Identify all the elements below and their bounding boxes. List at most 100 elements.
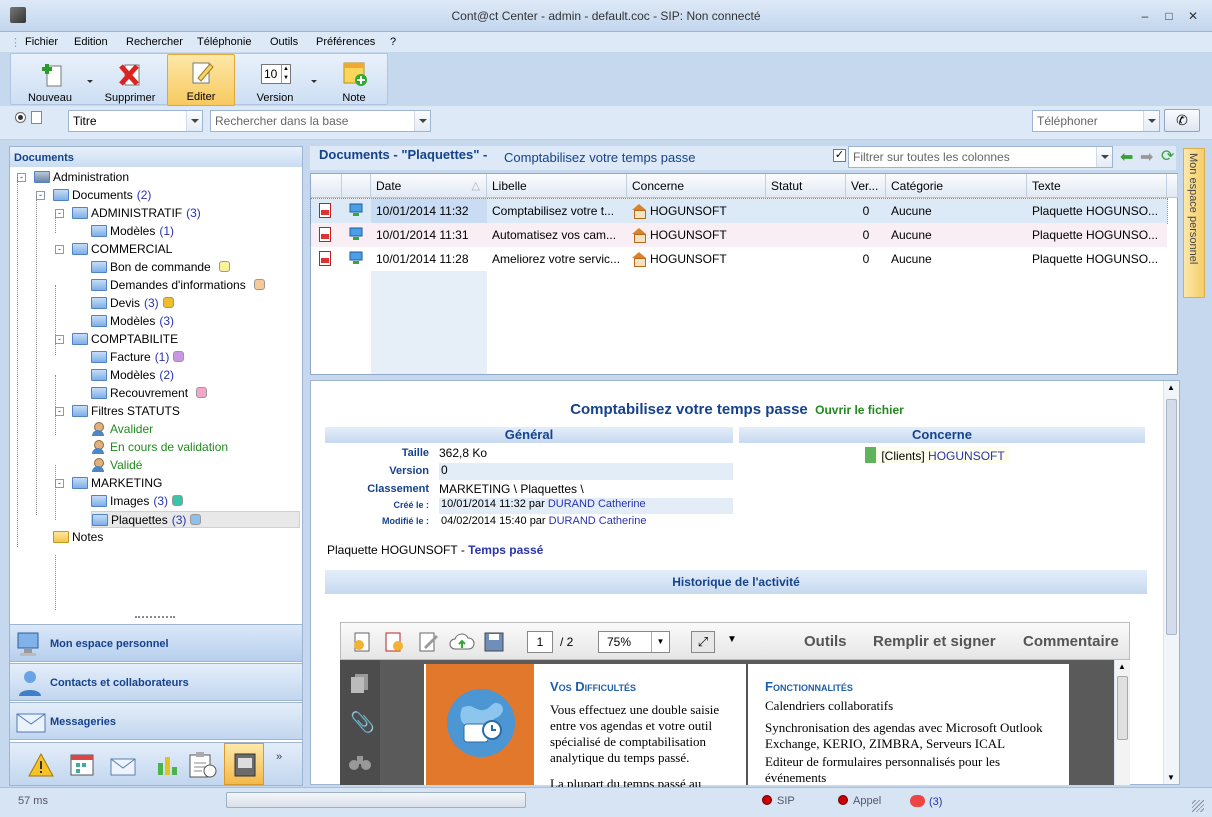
detail-scrollbar[interactable]: ▲ ▼ bbox=[1163, 381, 1179, 784]
collapse-icon[interactable]: - bbox=[55, 407, 64, 416]
chevron-down-icon[interactable] bbox=[1096, 147, 1112, 167]
scroll-up-icon[interactable]: ▲ bbox=[1167, 383, 1175, 392]
resize-grip-icon[interactable] bbox=[1192, 800, 1204, 812]
table-row[interactable]: 10/01/2014 11:31 Automatisez vos cam... HO… bbox=[311, 223, 1167, 247]
tree-item[interactable]: Facture (1) bbox=[91, 349, 185, 366]
back-arrow-icon[interactable]: ⬅ bbox=[1120, 147, 1133, 167]
column-header-date[interactable]: Date △ bbox=[371, 174, 487, 198]
tree-item[interactable]: Notes bbox=[53, 529, 107, 546]
phone-input[interactable]: Téléphoner bbox=[1032, 110, 1160, 132]
column-header-categorie[interactable]: Catégorie bbox=[886, 174, 1027, 198]
tree-item[interactable]: Recouvrement bbox=[91, 385, 208, 402]
collapse-icon[interactable]: - bbox=[36, 191, 45, 200]
tree-item[interactable]: Avalider bbox=[91, 421, 157, 438]
mon-espace-side-tab[interactable]: Mon espace personnel bbox=[1183, 148, 1205, 298]
text-link[interactable]: Temps passé bbox=[468, 543, 543, 557]
radio-icon[interactable] bbox=[15, 112, 26, 123]
binoculars-icon[interactable] bbox=[348, 752, 372, 775]
tree-item[interactable]: COMPTABILITE bbox=[72, 331, 182, 348]
fill-sign-button[interactable]: Remplir et signer bbox=[873, 633, 996, 650]
column-header-icon1[interactable] bbox=[311, 174, 342, 198]
forward-arrow-icon[interactable]: ➡ bbox=[1140, 147, 1153, 167]
comment-button[interactable]: Commentaire bbox=[1023, 633, 1119, 650]
created-by-link[interactable]: DURAND Catherine bbox=[548, 498, 646, 510]
collapse-icon[interactable]: - bbox=[55, 335, 64, 344]
pdf-open-icon[interactable] bbox=[351, 631, 373, 656]
clipboard-icon[interactable] bbox=[188, 751, 218, 782]
fullscreen-icon[interactable]: ⤢ bbox=[691, 631, 715, 653]
pdf-scrollbar[interactable]: ▲ bbox=[1114, 660, 1130, 785]
version-spinner[interactable]: 10 ▲ ▼ bbox=[261, 64, 291, 84]
concerne-link[interactable]: HOGUNSOFT bbox=[928, 449, 1005, 463]
column-header-icon2[interactable] bbox=[342, 174, 371, 198]
notifications[interactable]: (3) bbox=[910, 795, 942, 808]
pdf-create-icon[interactable] bbox=[383, 631, 405, 656]
scroll-up-icon[interactable]: ▲ bbox=[1118, 662, 1126, 671]
new-button[interactable]: Nouveau bbox=[13, 54, 93, 106]
scroll-down-icon[interactable]: ▼ bbox=[1167, 773, 1175, 782]
column-header-version[interactable]: Ver... bbox=[846, 174, 886, 198]
menu-outils[interactable]: Outils bbox=[270, 36, 298, 48]
warning-icon[interactable] bbox=[28, 752, 54, 780]
table-row[interactable]: 10/01/2014 11:32 Comptabilisez votre t...… bbox=[310, 198, 1168, 224]
calendar-icon[interactable] bbox=[70, 753, 96, 780]
menu-preferences[interactable]: Préférences bbox=[316, 36, 375, 48]
chevron-down-icon[interactable] bbox=[1143, 111, 1159, 131]
pdf-edit-icon[interactable] bbox=[417, 631, 439, 656]
refresh-icon[interactable]: ⟳ bbox=[1161, 146, 1174, 166]
filter-input[interactable]: Filtrer sur toutes les colonnes bbox=[848, 146, 1113, 168]
scroll-thumb[interactable] bbox=[1117, 676, 1128, 740]
mail-icon[interactable] bbox=[110, 753, 138, 780]
tree-item[interactable]: Modèles (1) bbox=[91, 223, 174, 240]
tools-button[interactable]: Outils bbox=[804, 633, 847, 650]
tree-item[interactable]: Administration bbox=[34, 169, 133, 186]
menu-edition[interactable]: Edition bbox=[74, 36, 108, 48]
menu-telephonie[interactable]: Téléphonie bbox=[197, 36, 251, 48]
cloud-upload-icon[interactable] bbox=[449, 632, 475, 655]
splitter-grip[interactable] bbox=[135, 616, 175, 622]
menu-fichier[interactable]: Fichier bbox=[25, 36, 58, 48]
attachment-icon[interactable]: 📎 bbox=[350, 710, 375, 735]
tree-item[interactable]: COMMERCIAL bbox=[72, 241, 176, 258]
tree-item[interactable]: Images (3) bbox=[91, 493, 184, 510]
tree-item[interactable]: Modèles (2) bbox=[91, 367, 174, 384]
table-row[interactable]: 10/01/2014 11:28 Ameliorez votre servic..… bbox=[311, 247, 1167, 271]
menu-rechercher[interactable]: Rechercher bbox=[126, 36, 183, 48]
column-header-libelle[interactable]: Libelle bbox=[487, 174, 627, 198]
zoom-select[interactable]: 75% ▼ bbox=[598, 631, 670, 653]
version-dropdown-icon[interactable] bbox=[311, 80, 317, 83]
tree-item[interactable]: Devis (3) bbox=[91, 295, 174, 312]
search-field-select[interactable]: Titre bbox=[68, 110, 203, 132]
collapse-icon[interactable]: - bbox=[55, 245, 64, 254]
scroll-thumb[interactable] bbox=[1166, 399, 1177, 635]
column-header-texte[interactable]: Texte bbox=[1027, 174, 1167, 198]
pages-thumbnail-icon[interactable] bbox=[349, 672, 371, 697]
nav-messageries[interactable]: Messageries bbox=[9, 702, 303, 740]
call-button[interactable]: ✆ bbox=[1164, 109, 1200, 132]
tree-item[interactable]: Documents (2) bbox=[53, 187, 151, 204]
bar-chart-icon[interactable] bbox=[155, 753, 179, 780]
tree-item[interactable]: Validé bbox=[91, 457, 146, 474]
new-dropdown-icon[interactable] bbox=[87, 80, 93, 83]
page-number-input[interactable]: 1 bbox=[527, 631, 553, 653]
spin-arrows-icon[interactable]: ▲ ▼ bbox=[281, 65, 290, 83]
save-icon[interactable] bbox=[484, 632, 504, 655]
tree-item[interactable]: Plaquettes (3) bbox=[91, 511, 300, 528]
note-button[interactable]: Note bbox=[323, 54, 385, 106]
more-options-icon[interactable]: ▼ bbox=[727, 634, 737, 645]
close-icon[interactable]: ✕ bbox=[1186, 10, 1200, 22]
tree-item[interactable]: MARKETING bbox=[72, 475, 166, 492]
documents-module-button[interactable] bbox=[224, 743, 264, 785]
tree-item[interactable]: Filtres STATUTS bbox=[72, 403, 184, 420]
tree-item[interactable]: ADMINISTRATIF (3) bbox=[72, 205, 201, 222]
nav-mon-espace[interactable]: Mon espace personnel bbox=[9, 624, 303, 662]
column-header-concerne[interactable]: Concerne bbox=[627, 174, 766, 198]
more-chevron-icon[interactable]: » bbox=[276, 751, 282, 763]
chevron-down-icon[interactable]: ▼ bbox=[651, 632, 669, 652]
chevron-down-icon[interactable] bbox=[414, 111, 430, 131]
edit-button[interactable]: Editer bbox=[167, 54, 235, 106]
modified-by-link[interactable]: DURAND Catherine bbox=[549, 515, 647, 527]
tree-item[interactable]: Demandes d'informations bbox=[91, 277, 265, 294]
minimize-icon[interactable]: – bbox=[1138, 10, 1152, 22]
open-file-link[interactable]: Ouvrir le fichier bbox=[815, 403, 904, 417]
